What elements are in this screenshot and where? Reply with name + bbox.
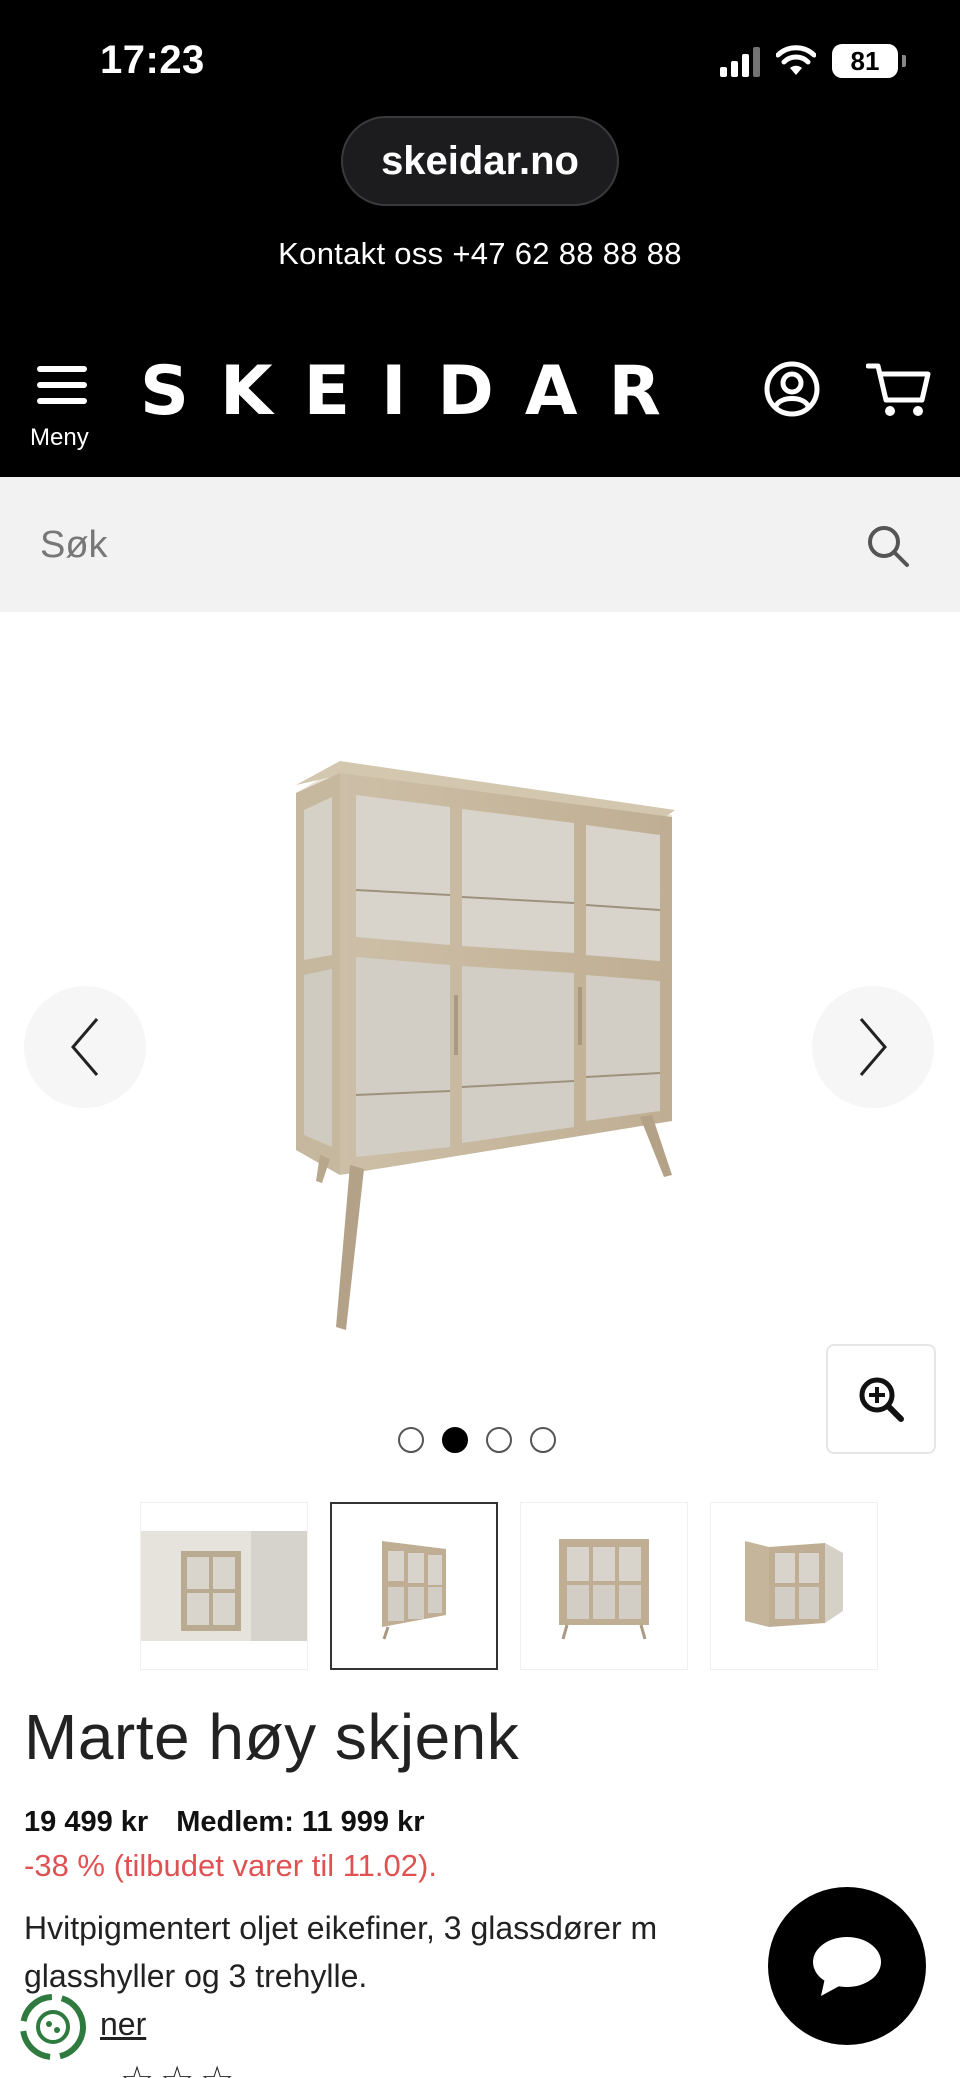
contact-info[interactable]: Kontakt oss +47 62 88 88 88 xyxy=(0,236,960,272)
chat-button[interactable] xyxy=(768,1887,926,2045)
gallery-dot-active[interactable] xyxy=(442,1427,468,1453)
price: 19 499 kr xyxy=(24,1806,149,1838)
gallery-next-button[interactable] xyxy=(812,986,934,1108)
chat-bubble-icon xyxy=(813,1937,881,1996)
product-title: Marte høy skjenk xyxy=(24,1701,520,1773)
hamburger-icon xyxy=(37,366,87,372)
price-row: 19 499 kr Medlem: 11 999 kr xyxy=(24,1806,425,1839)
gallery-dot[interactable] xyxy=(398,1427,424,1453)
gallery-dots xyxy=(398,1427,556,1453)
chevron-left-icon xyxy=(71,1018,99,1076)
menu-label: Meny xyxy=(30,424,89,451)
account-icon[interactable] xyxy=(763,360,821,418)
zoom-in-icon xyxy=(859,1377,904,1422)
battery-icon: 81 xyxy=(832,44,906,78)
signal-icon xyxy=(720,45,760,77)
thumbnail[interactable] xyxy=(520,1502,688,1670)
recycle-badge[interactable] xyxy=(16,1990,90,2064)
thumbnail[interactable] xyxy=(140,1502,308,1670)
search-input[interactable] xyxy=(40,517,820,573)
gallery-dot[interactable] xyxy=(486,1427,512,1453)
designer-link[interactable]: ner xyxy=(100,2006,146,2043)
product-description: Hvitpigmentert oljet eikefiner, 3 glassd… xyxy=(24,1910,658,1994)
thumbnail[interactable] xyxy=(710,1502,878,1670)
product-image xyxy=(296,761,675,1330)
thumbnail-active[interactable] xyxy=(330,1502,498,1670)
chevron-right-icon xyxy=(859,1018,887,1076)
cart-icon[interactable] xyxy=(866,360,932,418)
gallery-prev-button[interactable] xyxy=(24,986,146,1108)
search-icon[interactable] xyxy=(866,524,910,568)
logo[interactable]: SKEIDAR xyxy=(140,352,692,431)
wifi-icon xyxy=(776,45,816,75)
top-header: 17:23 81 skeidar.no Kontakt oss +47 62 8… xyxy=(0,0,960,477)
search-bar xyxy=(0,477,960,612)
rating-stars[interactable]: ☆☆☆ xyxy=(120,2058,240,2078)
gallery-dot[interactable] xyxy=(530,1427,556,1453)
zoom-button[interactable] xyxy=(826,1344,936,1454)
discount-text: -38 % (tilbudet varer til 11.02). xyxy=(24,1848,437,1883)
menu-button[interactable]: Meny xyxy=(30,362,94,452)
member-price: Medlem: 11 999 kr xyxy=(176,1806,425,1838)
recycle-icon xyxy=(20,1994,86,2060)
thumbnail-strip xyxy=(140,1502,878,1670)
status-icons: 81 xyxy=(720,44,906,78)
url-bar[interactable]: skeidar.no xyxy=(341,116,619,206)
status-time: 17:23 xyxy=(100,38,205,82)
